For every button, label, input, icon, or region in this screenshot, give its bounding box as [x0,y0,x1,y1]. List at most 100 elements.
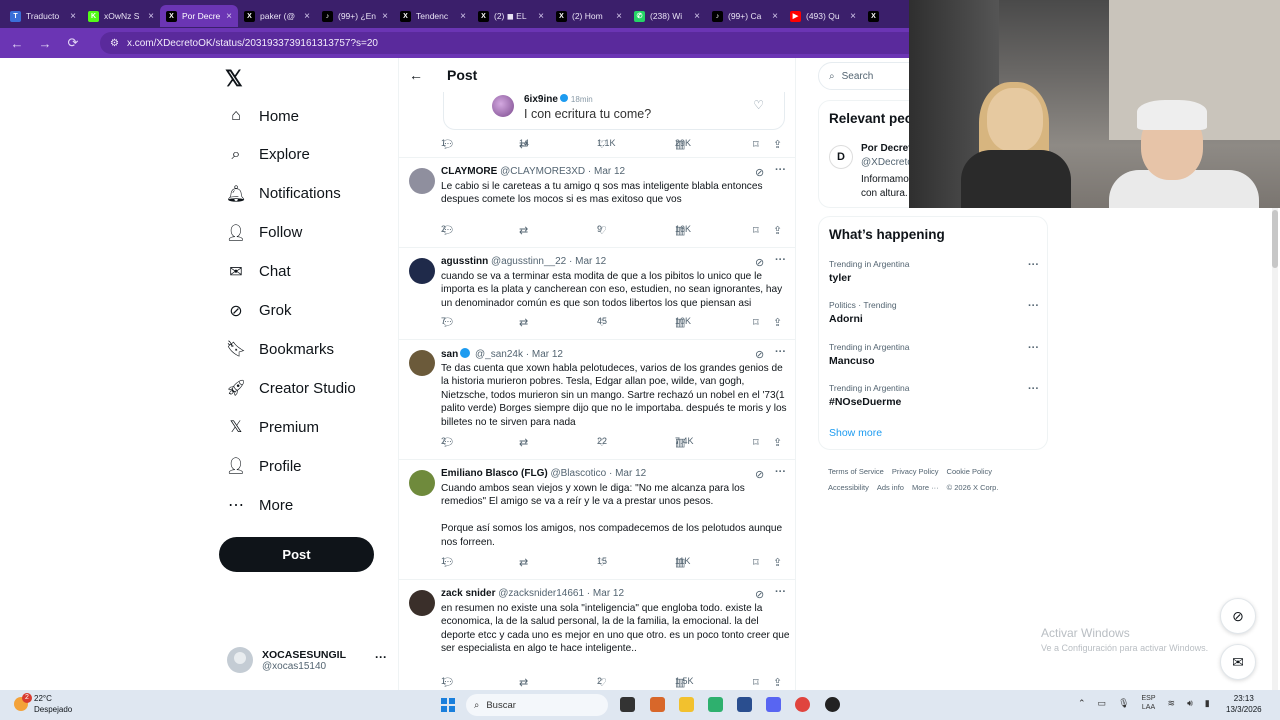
chevron-up-icon[interactable]: ⌃ [1078,698,1086,709]
close-icon[interactable]: × [382,11,388,22]
windows-start-icon[interactable] [441,698,455,712]
quoted-post[interactable]: 6ix9ine 18min I con ecritura tu come? ♡ [443,92,785,130]
nav-item-profile[interactable]: 👤︎ Profile [226,454,302,478]
forward-icon[interactable]: → [38,36,52,51]
site-settings-icon[interactable]: ⚙ [110,38,119,49]
reply-tweet[interactable]: Emiliano Blasco (FLG) @Blascotico · Mar … [399,459,795,579]
back-arrow-icon[interactable]: ← [409,67,423,83]
scrollbar[interactable] [1272,208,1278,690]
volume-icon[interactable]: 🔊︎ [1187,698,1193,709]
browser-tab[interactable]: X (2) Hom × [550,5,628,27]
close-icon[interactable]: × [304,11,310,22]
avatar[interactable] [409,350,435,376]
reply-tweet[interactable]: CLAYMORE @CLAYMORE3XD · Mar 12 ⊘ ··· Le … [399,157,795,247]
grok-floating-button[interactable]: ⊘ [1220,598,1256,634]
wifi-icon[interactable]: ≋ [1168,698,1176,709]
more-options-icon[interactable]: ··· [775,466,786,478]
browser-tab[interactable]: X Por Decre × [160,5,238,27]
browser-tab[interactable]: X (2) ◼ EL × [472,5,550,27]
more-options-icon[interactable]: ··· [775,346,786,358]
grok-icon[interactable]: ⊘ [755,166,764,179]
trend-item[interactable]: Trending in Argentina #NOseDuerme ··· [829,383,1039,408]
grok-icon[interactable]: ⊘ [755,468,764,481]
footer-link[interactable]: Accessibility [828,483,869,492]
close-icon[interactable]: × [226,11,232,22]
task-view-icon[interactable] [620,697,635,712]
address-bar[interactable]: ⚙ x.com/XDecretoOK/status/20319337391613… [100,32,920,54]
browser-tab[interactable]: ✆ (238) Wi × [628,5,706,27]
trend-item[interactable]: Trending in Argentina tyler ··· [829,259,1039,284]
close-icon[interactable]: × [850,11,856,22]
close-icon[interactable]: × [70,11,76,22]
grok-icon[interactable]: ⊘ [755,256,764,269]
messages-floating-button[interactable]: ✉ [1220,644,1256,680]
more-options-icon[interactable]: ··· [375,650,387,664]
browser-tab[interactable]: ▶ (493) Qu × [784,5,862,27]
reply-tweet[interactable]: san @_san24k · Mar 12 ⊘ ··· Te das cuent… [399,339,795,459]
footer-link[interactable]: Cookie Policy [947,467,992,476]
reload-icon[interactable]: ⟳ [66,35,80,51]
close-icon[interactable]: × [616,11,622,22]
nav-item-creator-studio[interactable]: 🚀︎ Creator Studio [226,376,356,400]
nav-item-more[interactable]: ⋯ More [227,493,293,517]
nav-item-explore[interactable]: ⌕ Explore [227,143,310,167]
avatar[interactable]: D [829,145,853,169]
close-icon[interactable]: × [538,11,544,22]
close-icon[interactable]: × [148,11,154,22]
browser-tab[interactable]: KxOwNz S × [82,5,160,27]
nav-item-chat[interactable]: ✉ Chat [227,260,290,284]
back-icon[interactable]: ← [10,36,24,51]
avatar[interactable] [409,258,435,284]
grok-icon[interactable]: ⊘ [755,588,764,601]
avatar[interactable] [409,470,435,496]
nav-item-notifications[interactable]: 🔔︎ Notifications [226,182,341,206]
trend-item[interactable]: Politics · Trending Adorni ··· [829,300,1039,325]
file-explorer-icon[interactable] [679,697,694,712]
battery-icon[interactable]: ▮ [1205,698,1210,709]
show-more-link[interactable]: Show more [829,427,882,439]
edge-icon[interactable] [708,697,723,712]
more-options-icon[interactable]: ··· [775,254,786,266]
avatar[interactable] [409,168,435,194]
more-options-icon[interactable]: ··· [1028,383,1039,395]
store-icon[interactable] [737,697,752,712]
grok-icon[interactable]: ⊘ [755,348,764,361]
close-icon[interactable]: × [460,11,466,22]
weather-widget[interactable]: 2 22°C Despejado [14,693,72,715]
obs-icon[interactable] [825,697,840,712]
language-indicator[interactable]: ESP LAA [1142,694,1156,712]
reply-tweet[interactable]: agusstinn @agusstinn__22 · Mar 12 ⊘ ··· … [399,247,795,339]
browser-tab[interactable]: ♪ (99+) ¿En × [316,5,394,27]
browser-tab[interactable]: ♪ (99+) Ca × [706,5,784,27]
chrome-icon[interactable] [795,697,810,712]
close-icon[interactable]: × [772,11,778,22]
mic-icon[interactable]: 🎙︎ [1118,698,1129,709]
system-clock[interactable]: 23:13 13/3/2026 [1226,693,1262,715]
footer-link[interactable]: Terms of Service [828,467,884,476]
browser-tab[interactable]: T Traducto × [4,5,82,27]
more-options-icon[interactable]: ··· [775,586,786,598]
more-options-icon[interactable]: ··· [775,164,786,176]
footer-link[interactable]: More ··· [912,483,939,492]
browser-tab[interactable]: X Tendenc × [394,5,472,27]
x-logo-icon[interactable]: 𝕏 [225,66,243,92]
footer-link[interactable]: Ads info [877,483,904,492]
browser-tab[interactable]: Xpaker (@ × [238,5,316,27]
footer-link[interactable]: Privacy Policy [892,467,939,476]
more-options-icon[interactable]: ··· [1028,342,1039,354]
office-icon[interactable] [650,697,665,712]
nav-item-grok[interactable]: ⊘ Grok [227,299,291,323]
discord-icon[interactable] [766,697,781,712]
more-options-icon[interactable]: ··· [1028,259,1039,271]
trend-item[interactable]: Trending in Argentina Mancuso ··· [829,342,1039,367]
scrollbar-thumb[interactable] [1272,210,1278,268]
reply-tweet[interactable]: zack snider @zacksnider14661 · Mar 12 ⊘ … [399,579,795,690]
account-switcher[interactable]: XOCASESUNGIL @xocas15140 ··· [227,640,387,680]
nav-item-premium[interactable]: 𝕏 Premium [227,415,319,439]
network-icon[interactable]: ▭ [1098,698,1107,709]
nav-item-follow[interactable]: 👤︎ Follow [226,221,303,245]
avatar[interactable] [409,590,435,616]
more-options-icon[interactable]: ··· [1028,300,1039,312]
taskbar-search[interactable]: ⌕ Buscar [466,694,608,716]
footer-link[interactable]: © 2026 X Corp. [947,483,999,492]
